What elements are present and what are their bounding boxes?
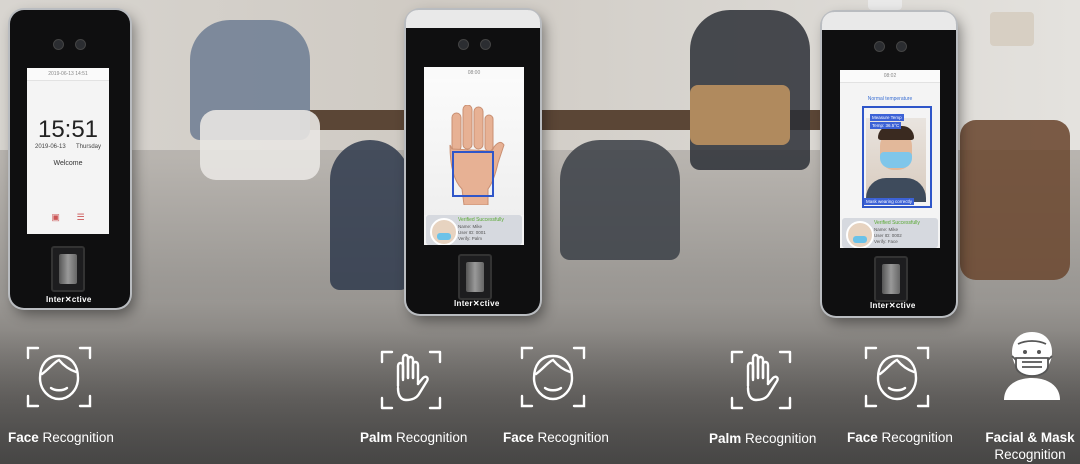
walking-person xyxy=(330,140,410,290)
verification-card: Verified Successfully Name: Mike User ID… xyxy=(842,218,938,248)
device-face-terminal: 2019-06-13 14:51 15:51 2019-06-13 Thursd… xyxy=(10,10,130,308)
weekday-text: Thursday xyxy=(75,144,101,150)
mask-status: Mask wearing correctly xyxy=(864,198,915,205)
feature-face-recognition: Face Recognition xyxy=(8,430,114,445)
device-top-bar xyxy=(406,10,540,28)
temp-value: Temp: 36.5°C xyxy=(870,122,902,129)
fingerprint-sensor xyxy=(458,254,492,300)
status-bar: 08:02 xyxy=(840,70,940,83)
device-top-bar xyxy=(822,12,956,30)
scan-frame xyxy=(452,151,494,197)
feature-bold: Face xyxy=(503,430,534,445)
feature-bold: Palm xyxy=(709,431,742,446)
status-bar: 2019-06-13 14:51 xyxy=(27,68,109,81)
fingerprint-sensor xyxy=(51,246,85,292)
feature-bold: Face xyxy=(8,430,39,445)
camera-icon xyxy=(75,39,86,50)
measure-temp-label: Measure Temp xyxy=(870,114,904,121)
menu-icon[interactable]: ☰ xyxy=(77,212,85,223)
face-scan-icon xyxy=(26,346,92,408)
welcome-text: Welcome xyxy=(53,160,83,167)
feature-palm-recognition: Palm Recognition xyxy=(709,431,816,446)
wooden-stool xyxy=(690,85,790,145)
white-chair xyxy=(200,110,320,180)
camera-icon xyxy=(53,39,64,50)
palm-scan-area xyxy=(424,79,524,215)
feature-rest: Recognition xyxy=(38,430,114,445)
card-details: Name: Mike User ID: 0002 Verify: Face xyxy=(874,227,902,245)
face-scan-icon xyxy=(864,346,930,408)
feature-rest: Recognition xyxy=(741,431,817,446)
masked-face-icon xyxy=(1004,332,1060,400)
camera-icon xyxy=(458,39,469,50)
palm-scan-icon xyxy=(730,350,792,410)
card-details: Name: Mike User ID: 0001 Verify: Palm xyxy=(458,224,486,242)
feature-rest: Recognition xyxy=(533,430,609,445)
feature-bold: Palm xyxy=(360,430,393,445)
brand-logo: Inter✕ctive xyxy=(870,301,916,310)
face-scan-icon xyxy=(520,346,586,408)
avatar xyxy=(430,218,458,245)
card-line: Verify: Palm xyxy=(458,236,483,241)
screen-icons: ▣ ☰ xyxy=(43,212,93,223)
masked-face-photo xyxy=(866,118,926,202)
feature-rest: Recognition xyxy=(392,430,468,445)
clock-display: 15:51 xyxy=(37,116,99,143)
fingerprint-sensor xyxy=(874,256,908,302)
avatar xyxy=(846,221,874,248)
feature-face-recognition: Face Recognition xyxy=(847,430,953,445)
plant-pot xyxy=(990,12,1034,46)
feature-facial-mask-recognition: Facial & Mask Recognition xyxy=(982,429,1078,463)
camera-icon xyxy=(896,41,907,52)
palm-scan-icon xyxy=(380,350,442,410)
thermal-camera-module xyxy=(868,0,902,10)
device-screen: 08:00 Verified Successfully Name: Mike U… xyxy=(424,67,524,245)
feature-bold: Face xyxy=(847,430,878,445)
seated-person-center xyxy=(560,140,680,260)
director-chair xyxy=(960,120,1070,280)
verified-text: Verified Successfully xyxy=(874,220,920,226)
verified-text: Verified Successfully xyxy=(458,217,504,223)
feature-face-recognition: Face Recognition xyxy=(503,430,609,445)
camera-icon xyxy=(480,39,491,50)
feature-rest: Recognition xyxy=(877,430,953,445)
feature-rest: Recognition xyxy=(994,447,1066,462)
date-row: 2019-06-13 Thursday xyxy=(35,144,101,150)
device-screen: 08:02 Normal temperature Measure Temp Te… xyxy=(840,70,940,248)
device-screen: 2019-06-13 14:51 15:51 2019-06-13 Thursd… xyxy=(27,68,109,234)
brand-logo: Inter✕ctive xyxy=(46,295,92,304)
card-line: Verify: Face xyxy=(874,239,898,244)
feature-palm-recognition: Palm Recognition xyxy=(360,430,467,445)
device-mask-terminal: 08:02 Normal temperature Measure Temp Te… xyxy=(822,12,956,316)
verification-card: Verified Successfully Name: Mike User ID… xyxy=(426,215,522,245)
feature-bold: Facial & Mask xyxy=(985,430,1075,445)
brand-logo: Inter✕ctive xyxy=(454,299,500,308)
device-palm-terminal: 08:00 Verified Successfully Name: Mike U… xyxy=(406,10,540,314)
date-text: 2019-06-13 xyxy=(35,144,66,150)
camera-icon xyxy=(874,41,885,52)
temperature-header: Normal temperature xyxy=(867,96,913,102)
camera-icon[interactable]: ▣ xyxy=(51,212,60,223)
